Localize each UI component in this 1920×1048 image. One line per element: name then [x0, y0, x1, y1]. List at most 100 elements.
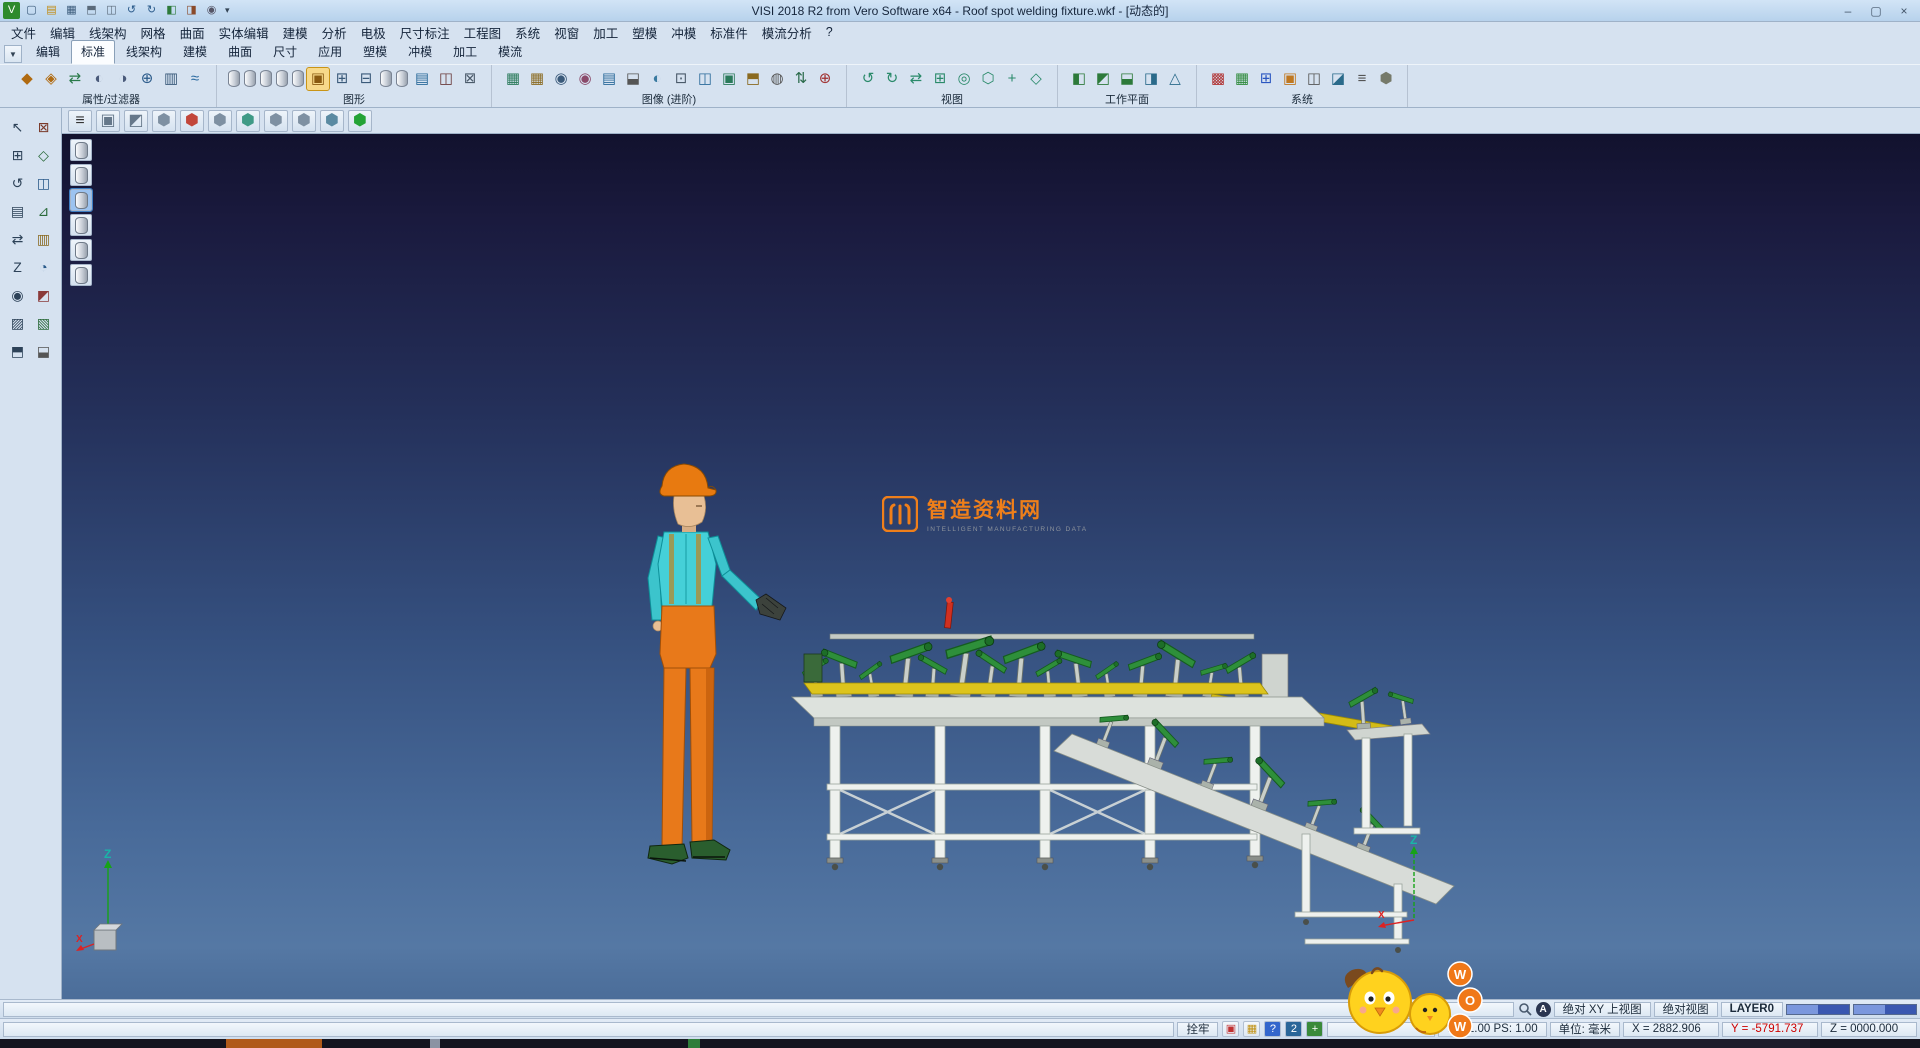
attribute-brush-icon[interactable]: ◈	[40, 68, 62, 90]
selection-set-1[interactable]	[70, 139, 92, 161]
tab-编辑[interactable]: 编辑	[26, 40, 70, 64]
help-icon[interactable]: ?	[1264, 1021, 1281, 1037]
dynamic-view-icon[interactable]: ◇	[1025, 68, 1047, 90]
mirror-icon[interactable]: ◫	[33, 172, 55, 194]
view-window-icon[interactable]: ▣	[96, 110, 120, 132]
worker-figure[interactable]	[648, 464, 786, 864]
snap-toggle-icon[interactable]: ▣	[1222, 1021, 1239, 1037]
tab-塑模[interactable]: 塑模	[353, 40, 397, 64]
view-cube-back-icon[interactable]: ⬢	[208, 110, 232, 132]
save-file-icon[interactable]: ▦	[63, 2, 80, 19]
exchange-icon[interactable]: ⇅	[790, 68, 812, 90]
wireframe-icon[interactable]: ⊞	[331, 68, 353, 90]
preview-icon[interactable]: ◫	[103, 2, 120, 19]
zoom-all-icon[interactable]: ◎	[953, 68, 975, 90]
menu-item-视窗[interactable]: 视窗	[547, 21, 586, 44]
tab-dropdown-button[interactable]: ▼	[4, 45, 22, 63]
view-cube-iso-icon[interactable]: ⬢	[292, 110, 316, 132]
material-icon[interactable]: ◨	[183, 2, 200, 19]
view-cube-shaded-icon[interactable]: ⬢	[348, 110, 372, 132]
trim-icon[interactable]: ⊠	[33, 116, 55, 138]
menu-item-塑模[interactable]: 塑模	[625, 21, 664, 44]
view-cube-top-icon[interactable]: ⬢	[152, 110, 176, 132]
new-file-icon[interactable]: ▢	[23, 2, 40, 19]
visi-logo-icon[interactable]: V	[3, 2, 20, 19]
minimize-button[interactable]: –	[1834, 2, 1862, 20]
restore-button[interactable]: ▢	[1862, 2, 1890, 20]
workplane-xy-icon[interactable]: ◧	[1068, 68, 1090, 90]
tab-建模[interactable]: 建模	[173, 40, 217, 64]
zoom-window-icon[interactable]: ⊞	[929, 68, 951, 90]
iso-view-icon[interactable]: ⬡	[977, 68, 999, 90]
menu-item-模流分析[interactable]: 模流分析	[755, 21, 819, 44]
selection-set-6[interactable]	[70, 264, 92, 286]
layer-bar-2[interactable]	[1853, 1004, 1917, 1015]
viewport-3d[interactable]: 智造资料网 INTELLIGENT MANUFACTURING DATA Z X	[62, 134, 1920, 999]
camera2-icon[interactable]: ◉	[574, 68, 596, 90]
measure-icon[interactable]: ⊿	[33, 200, 55, 222]
sketch-icon[interactable]: ◇	[33, 144, 55, 166]
note-icon[interactable]: ▥	[33, 228, 55, 250]
active-layer-field[interactable]: LAYER0	[1721, 1002, 1783, 1017]
clock-icon[interactable]: ◔	[33, 256, 55, 278]
pan-icon[interactable]: ⇄	[905, 68, 927, 90]
quick-access-caret-icon[interactable]: ▾	[221, 5, 234, 16]
filter-add-icon[interactable]: ⊕	[136, 68, 158, 90]
view-orientation-field[interactable]: 绝对 XY 上视图	[1554, 1002, 1651, 1017]
lock-toggle[interactable]: 拴牢	[1177, 1022, 1218, 1037]
attribute-pen-icon[interactable]: ◆	[16, 68, 38, 90]
view-cube-dim-icon[interactable]: ⬢	[320, 110, 344, 132]
hidden-line-icon[interactable]: ⊟	[355, 68, 377, 90]
taskbar-app-light[interactable]	[430, 1039, 440, 1048]
print-icon[interactable]: ⬒	[83, 2, 100, 19]
layer-count-icon[interactable]: 2	[1285, 1021, 1302, 1037]
tab-冲模[interactable]: 冲模	[398, 40, 442, 64]
layers-icon[interactable]: ▤	[7, 200, 29, 222]
grid-toggle-icon[interactable]: ▦	[1243, 1021, 1260, 1037]
chart-icon[interactable]: ▨	[7, 312, 29, 334]
sphere-icon[interactable]: ◍	[766, 68, 788, 90]
person-icon[interactable]: ◉	[7, 284, 29, 306]
render-mode-icon[interactable]: ◧	[163, 2, 180, 19]
tab-尺寸[interactable]: 尺寸	[263, 40, 307, 64]
taskbar[interactable]	[0, 1039, 1920, 1048]
layer-manager-icon[interactable]: ▦	[1231, 68, 1253, 90]
menu-item-标准件[interactable]: 标准件	[703, 21, 755, 44]
filter-half2-icon[interactable]: ◑	[112, 68, 134, 90]
entity-cylinder-3[interactable]	[260, 70, 272, 87]
swap-attr-icon[interactable]: ⇄	[64, 68, 86, 90]
taskbar-app-orange[interactable]	[226, 1039, 322, 1048]
menu-item-?[interactable]: ?	[819, 23, 840, 41]
taskbar-app-green[interactable]	[688, 1039, 700, 1048]
workplane-tri-icon[interactable]: △	[1164, 68, 1186, 90]
grid-settings-icon[interactable]: ⊞	[1255, 68, 1277, 90]
close-button[interactable]: ×	[1890, 2, 1918, 20]
book-icon[interactable]: ▧	[33, 312, 55, 334]
window-config-icon[interactable]: ◫	[1303, 68, 1325, 90]
zchar-icon[interactable]: Z	[7, 256, 29, 278]
tab-标准[interactable]: 标准	[71, 40, 115, 64]
workplane-side-icon[interactable]: ◨	[1140, 68, 1162, 90]
dim-icon[interactable]: ⇄	[7, 228, 29, 250]
image-capture-icon[interactable]: ▦	[502, 68, 524, 90]
system-cube-icon[interactable]: ⬢	[1375, 68, 1397, 90]
undo-icon[interactable]: ↺	[123, 2, 140, 19]
filter-wave-icon[interactable]: ≈	[184, 68, 206, 90]
entity-cylinder-5[interactable]	[292, 70, 304, 87]
view-cube-front-icon[interactable]: ⬢	[180, 110, 204, 132]
light-icon[interactable]: ◐	[646, 68, 668, 90]
snap-settings-icon[interactable]: ▣	[1279, 68, 1301, 90]
right-fixture-tower[interactable]	[1347, 687, 1430, 834]
selection-set-2[interactable]	[70, 164, 92, 186]
entity-cylinder-1[interactable]	[228, 70, 240, 87]
texture-icon[interactable]: ▤	[598, 68, 620, 90]
redo-icon[interactable]: ↻	[143, 2, 160, 19]
export-icon[interactable]: ⬒	[7, 340, 29, 362]
tools-toggle-icon[interactable]: +	[1306, 1021, 1323, 1037]
view-list-icon[interactable]: ≡	[68, 110, 92, 132]
view-cube-right-icon[interactable]: ⬢	[264, 110, 288, 132]
entity-cylinder-2[interactable]	[244, 70, 256, 87]
print-image-icon[interactable]: ⬒	[742, 68, 764, 90]
snap-grid-icon[interactable]: ⊞	[7, 144, 29, 166]
entity-cylinder-4[interactable]	[276, 70, 288, 87]
